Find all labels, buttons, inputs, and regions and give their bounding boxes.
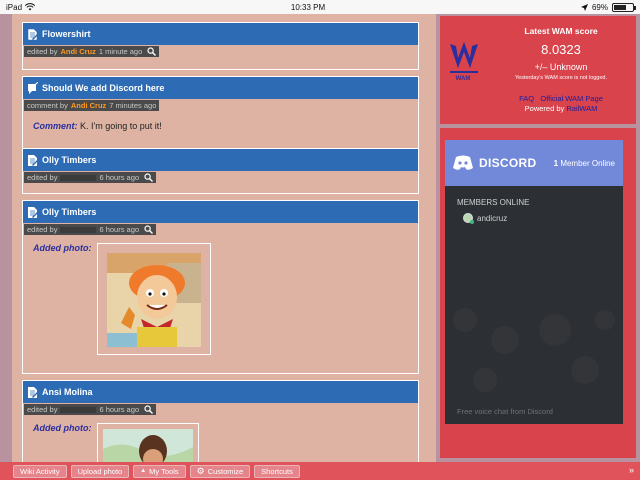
customize-label: Customize xyxy=(207,466,244,476)
timestamp: 7 minutes ago xyxy=(109,101,157,110)
online-label: Member Online xyxy=(560,158,615,168)
added-photo-label: Added photo: xyxy=(33,423,92,433)
my-tools-button[interactable]: ▲ My Tools xyxy=(133,464,186,478)
device-label: iPad xyxy=(6,2,23,12)
activity-item-title[interactable]: Should We add Discord here xyxy=(42,83,164,93)
status-bar: iPad 10:33 PM 69% xyxy=(0,0,640,14)
edit-page-icon xyxy=(27,28,38,40)
user-link[interactable]: Andi Cruz xyxy=(71,101,106,110)
upload-photo-button[interactable]: Upload photo xyxy=(70,464,130,478)
discord-widget[interactable]: DISCORD 1 Member Online MEMBERS ONLINE a… xyxy=(445,140,623,424)
activity-item-meta: edited by 6 hours ago xyxy=(24,172,157,183)
meta-prefix: edited by xyxy=(27,173,58,182)
wifi-icon xyxy=(25,3,36,11)
activity-item-title[interactable]: Olly Timbers xyxy=(42,207,96,217)
activity-item-meta: edited by 6 hours ago xyxy=(24,404,157,415)
member-avatar xyxy=(463,213,474,224)
members-online-heading: MEMBERS ONLINE xyxy=(457,198,530,207)
wam-score-module: WAM Latest WAM score 8.0323 +/– Unknown … xyxy=(440,16,636,124)
battery-icon xyxy=(612,2,636,12)
user-link[interactable] xyxy=(60,406,97,413)
diff-magnifier-icon[interactable] xyxy=(144,405,154,414)
added-photo-label: Added photo: xyxy=(33,243,92,253)
timestamp: 1 minute ago xyxy=(98,47,143,56)
discord-logo-icon xyxy=(453,155,473,170)
wam-logo-text: WAM xyxy=(455,76,471,82)
activity-item-header: Ansi Molina xyxy=(23,381,418,403)
wam-change: +/– Unknown xyxy=(534,62,588,72)
timestamp: 6 hours ago xyxy=(99,405,140,414)
timestamp: 6 hours ago xyxy=(99,225,140,234)
clock: 10:33 PM xyxy=(290,2,326,12)
activity-item: Olly Timbers edited by 6 hours ago Added… xyxy=(22,200,419,374)
activity-item-header: Should We add Discord here xyxy=(23,77,418,99)
timestamp: 6 hours ago xyxy=(99,173,140,182)
battery-percent: 69% xyxy=(591,2,608,12)
diff-magnifier-icon[interactable] xyxy=(144,173,154,182)
wam-official-link[interactable]: Official WAM Page xyxy=(540,94,603,103)
activity-item-title[interactable]: Ansi Molina xyxy=(42,387,93,397)
meta-prefix: edited by xyxy=(27,47,58,56)
wiki-activity-button[interactable]: Wiki Activity xyxy=(13,464,67,478)
wam-logo-icon xyxy=(450,42,478,73)
meta-prefix: edited by xyxy=(27,225,58,234)
activity-item-meta: edited by 6 hours ago xyxy=(24,224,157,235)
activity-item-meta: comment by Andi Cruz 7 minutes ago xyxy=(24,100,160,111)
edit-page-icon xyxy=(28,386,38,398)
user-link[interactable] xyxy=(60,174,97,181)
meta-prefix: edited by xyxy=(27,405,58,414)
activity-item-title[interactable]: Olly Timbers xyxy=(42,155,96,165)
gear-icon: ⚙ xyxy=(196,465,205,476)
online-number: 1 xyxy=(553,158,559,168)
activity-item-header: Olly Timbers xyxy=(23,201,418,223)
battery-fill xyxy=(614,4,627,10)
discord-brand: DISCORD xyxy=(479,156,537,170)
discord-member[interactable]: andicruz xyxy=(463,213,623,224)
discord-online-count: 1 Member Online xyxy=(554,159,615,168)
shortcuts-button[interactable]: Shortcuts xyxy=(254,464,300,478)
photo-thumbnail[interactable] xyxy=(97,243,211,355)
wam-score: 8.0323 xyxy=(541,42,581,57)
wam-powered: Powered by RailWAM xyxy=(486,104,636,113)
comment-icon xyxy=(28,81,38,94)
right-rail: WAM Latest WAM score 8.0323 +/– Unknown … xyxy=(438,14,640,468)
comment-label: Comment: xyxy=(33,121,78,131)
discord-pattern-icon xyxy=(453,308,615,392)
railwam-link[interactable]: RailWAM xyxy=(566,104,597,113)
activity-item-meta: edited by Andi Cruz 1 minute ago xyxy=(24,46,160,57)
activity-item: Ansi Molina edited by 6 hours ago Added … xyxy=(22,380,419,469)
my-tools-label: My Tools xyxy=(149,466,179,476)
user-link[interactable]: Andi Cruz xyxy=(60,47,95,56)
powered-prefix: Powered by xyxy=(524,104,565,113)
wam-note: Yesterday's WAM score is not logged. xyxy=(514,75,608,81)
edit-page-icon xyxy=(28,154,38,166)
edit-page-icon xyxy=(28,206,38,218)
comment-snippet: Comment: K. I'm going to put it! xyxy=(33,121,418,131)
wam-faq-link[interactable]: FAQ xyxy=(519,94,534,103)
activity-item-header: Flowershirt xyxy=(23,23,418,45)
collapse-toolbar-icon[interactable]: » xyxy=(629,465,634,475)
wam-title: Latest WAM score xyxy=(524,26,598,36)
user-link[interactable] xyxy=(60,226,97,233)
customize-button[interactable]: ⚙ Customize xyxy=(189,464,251,478)
discord-header: DISCORD 1 Member Online xyxy=(445,140,623,186)
location-icon xyxy=(580,3,588,11)
discord-module: DISCORD 1 Member Online MEMBERS ONLINE a… xyxy=(440,128,636,458)
meta-prefix: comment by xyxy=(27,101,68,110)
activity-item-title[interactable]: Flowershirt xyxy=(42,29,91,39)
activity-item: Should We add Discord here comment by An… xyxy=(22,76,419,152)
activity-item-header: Olly Timbers xyxy=(23,149,418,171)
wiki-toolbar: Wiki Activity Upload photo ▲ My Tools ⚙ … xyxy=(0,462,640,480)
discord-footer[interactable]: Free voice chat from Discord xyxy=(457,407,553,416)
wam-links: FAQ Official WAM Page xyxy=(486,94,636,103)
comment-text: K. I'm going to put it! xyxy=(80,121,162,131)
character-photo xyxy=(107,253,201,347)
caret-up-icon: ▲ xyxy=(140,468,147,474)
activity-item: Olly Timbers edited by 6 hours ago xyxy=(22,148,419,194)
diff-magnifier-icon[interactable] xyxy=(144,225,154,234)
activity-feed: Flowershirt edited by Andi Cruz 1 minute… xyxy=(12,14,436,469)
diff-magnifier-icon[interactable] xyxy=(147,47,157,56)
activity-item: Flowershirt edited by Andi Cruz 1 minute… xyxy=(22,22,419,70)
member-name: andicruz xyxy=(477,213,508,223)
